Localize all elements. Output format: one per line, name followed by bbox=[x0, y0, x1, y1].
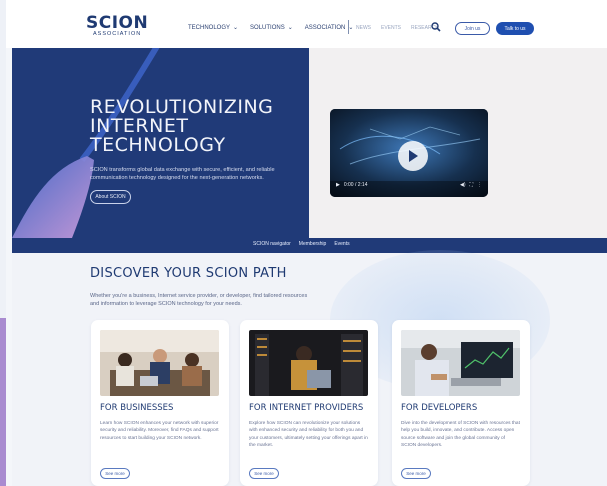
card-businesses-title: FOR BUSINESSES bbox=[100, 403, 174, 413]
about-scion-button[interactable]: About SCION bbox=[90, 190, 131, 204]
nav-association-label: ASSOCIATION bbox=[304, 24, 346, 31]
logo-wordmark: SCION bbox=[86, 13, 149, 33]
video-time: 0:00 / 2:14 bbox=[343, 182, 368, 188]
discover-title: DISCOVER YOUR SCION PATH bbox=[90, 266, 287, 281]
nav-solutions[interactable]: SOLUTIONS ⌄ bbox=[250, 24, 293, 32]
talk-to-us-button[interactable]: Talk to us bbox=[496, 22, 534, 35]
card-businesses: FOR BUSINESSES Learn how SCION enhances … bbox=[91, 320, 229, 486]
hero-title-line3: TECHNOLOGY bbox=[90, 134, 226, 156]
more-options-icon[interactable]: ⋮ bbox=[477, 182, 482, 188]
nav-solutions-label: SOLUTIONS bbox=[250, 24, 285, 31]
chevron-down-icon: ⌄ bbox=[348, 25, 354, 31]
video-controls: ▶ 0:00 / 2:14 ◀) ⛶ ⋮ bbox=[336, 180, 482, 190]
card-developers-see-more-button[interactable]: See more bbox=[401, 468, 431, 479]
fullscreen-icon[interactable]: ⛶ bbox=[469, 182, 473, 188]
play-small-icon[interactable]: ▶ bbox=[336, 182, 340, 188]
nav-divider bbox=[348, 20, 349, 34]
join-us-button[interactable]: Join us bbox=[455, 22, 490, 35]
chevron-down-icon: ⌄ bbox=[287, 25, 293, 31]
card-internet-providers: FOR INTERNET PROVIDERS Explore how SCION… bbox=[240, 320, 378, 486]
nav-events[interactable]: EVENTS bbox=[381, 25, 401, 31]
logo-subtitle: ASSOCIATION bbox=[93, 31, 142, 37]
section-nav-events[interactable]: Events bbox=[334, 241, 349, 247]
card-businesses-see-more-button[interactable]: See more bbox=[100, 468, 130, 479]
card-providers-see-more-button[interactable]: See more bbox=[249, 468, 279, 479]
discover-description: Whether you're a business, Internet serv… bbox=[90, 293, 308, 307]
search-icon[interactable] bbox=[431, 22, 441, 32]
card-providers-text: Explore how SCION can revolutionize your… bbox=[249, 421, 368, 449]
volume-icon[interactable]: ◀) bbox=[460, 182, 466, 188]
play-icon[interactable] bbox=[398, 141, 428, 171]
nav-news[interactable]: NEWS bbox=[356, 25, 371, 31]
nav-technology[interactable]: TECHNOLOGY ⌄ bbox=[188, 24, 239, 32]
card-providers-title: FOR INTERNET PROVIDERS bbox=[249, 403, 364, 413]
card-businesses-image bbox=[100, 330, 219, 396]
card-developers: FOR DEVELOPERS Dive into the development… bbox=[392, 320, 530, 486]
section-nav: SCION navigator Membership Events bbox=[253, 241, 350, 247]
hero-description: SCION transforms global data exchange wi… bbox=[90, 167, 275, 181]
nav-technology-label: TECHNOLOGY bbox=[188, 24, 231, 31]
hero-title: REVOLUTIONIZING INTERNET TECHNOLOGY bbox=[90, 98, 290, 155]
main-nav: TECHNOLOGY ⌄ SOLUTIONS ⌄ ASSOCIATION ⌄ bbox=[188, 24, 354, 32]
chevron-down-icon: ⌄ bbox=[233, 25, 239, 31]
card-developers-title: FOR DEVELOPERS bbox=[401, 403, 478, 413]
card-providers-image bbox=[249, 330, 368, 396]
section-nav-membership[interactable]: Membership bbox=[299, 241, 327, 247]
nav-association[interactable]: ASSOCIATION ⌄ bbox=[304, 24, 354, 32]
card-developers-image bbox=[401, 330, 520, 396]
secondary-nav: NEWS EVENTS RESEARCH bbox=[356, 25, 439, 31]
scion-logo[interactable]: SCION ASSOCIATION bbox=[86, 13, 149, 38]
section-nav-scion-navigator[interactable]: SCION navigator bbox=[253, 241, 291, 247]
card-developers-text: Dive into the development of SCION with … bbox=[401, 421, 520, 449]
card-businesses-text: Learn how SCION enhances your network wi… bbox=[100, 421, 219, 441]
